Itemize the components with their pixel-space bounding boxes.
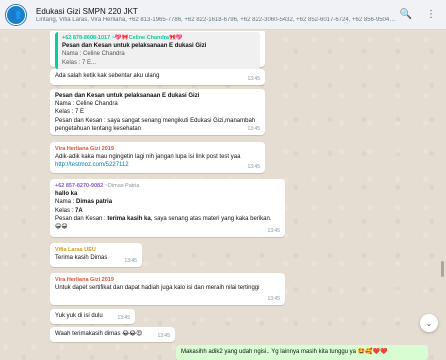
- msg-label: Pesan dan Kesan :: [55, 215, 108, 222]
- message-line: Kelas : 7 E: [55, 109, 85, 116]
- message-line: Kelas : 7A: [55, 207, 280, 215]
- message-text: Untuk dapet sertifikat dan dapat hadiah …: [55, 285, 260, 292]
- message-bubble[interactable]: Pesan dan Kesan untuk pelaksanaan E duka…: [50, 89, 265, 135]
- search-icon[interactable]: 🔍: [400, 9, 412, 20]
- message-text: Adik-adik kaka mau ngingetin lagi nih ja…: [55, 154, 241, 161]
- scroll-down-button[interactable]: ⌄: [420, 314, 438, 332]
- message-sender[interactable]: Vira Herliana Gizi 2019: [55, 276, 280, 284]
- message-bubble[interactable]: +62 878-8608-1017 ~💖🎀Celine Chandra🎀💖 Pe…: [50, 31, 265, 69]
- message-bubble[interactable]: Waah terimakasih dimas 😂😂😍 13:45: [50, 327, 175, 342]
- message-bubble[interactable]: Ada salah ketik kak sebentar aku ulang 1…: [50, 69, 265, 85]
- message-title: Pesan dan Kesan untuk pelaksanaan E duka…: [55, 93, 200, 99]
- quoted-message[interactable]: +62 878-8608-1017 ~💖🎀Celine Chandra🎀💖 Pe…: [55, 32, 260, 69]
- message-bubble[interactable]: Vira Herliana Gizi 2019 Untuk dapet sert…: [50, 273, 285, 305]
- msg-rest: , saya senang atas materi yang kaka beri…: [150, 215, 272, 222]
- message-line: pengetahuan tentang kesehatan: [55, 125, 142, 132]
- message-line: hallo ka: [55, 191, 78, 198]
- group-members: Lintang, Vifia Laras, Vira Herliana, +62…: [36, 16, 396, 23]
- chevron-down-icon: ⌄: [425, 318, 433, 328]
- message-text: Makasihh adik2 yang udah ngisi.. Yg lain…: [181, 349, 388, 355]
- name-label: Nama :: [55, 199, 77, 206]
- quoted-title: Pesan dan Kesan untuk pelaksanaan E duka…: [62, 43, 207, 50]
- post-test-link[interactable]: http://testmoz.com/5227112: [55, 161, 260, 169]
- message-line: Pesan dan Kesan : terima kasih ka, saya …: [55, 215, 280, 223]
- sender-name: ~Dimas Patria: [104, 183, 140, 189]
- message-sender[interactable]: +62 857-8270-9082 ~Dimas Patria: [55, 182, 280, 190]
- message-time: 13:45: [117, 314, 130, 321]
- quoted-line: Kelas : 7 E...: [62, 59, 97, 66]
- message-bubble[interactable]: Vira Herliana Gizi 2019 Adik-adik kaka m…: [50, 142, 265, 173]
- message-line: Nama : Dimas patria: [55, 198, 280, 206]
- message-time: 13:45: [124, 257, 137, 264]
- menu-icon[interactable]: ⋮: [426, 9, 436, 20]
- chat-header[interactable]: 👥 Edukasi Gizi SMPN 220 JKT Lintang, Vif…: [0, 0, 446, 30]
- message-bubble[interactable]: +62 857-8270-9082 ~Dimas Patria hallo ka…: [50, 179, 285, 237]
- msg-bold: terima kasih ka: [107, 215, 151, 222]
- message-bubble[interactable]: Yuk yuk di isi dulu 13:45: [50, 309, 135, 324]
- class-value: 7A: [75, 207, 83, 214]
- message-sender[interactable]: Vifia Laras UEU: [55, 246, 137, 254]
- name-value: Dimas patria: [76, 199, 113, 206]
- message-line: Nama : Celine Chandra: [55, 101, 118, 108]
- message-time: 13:45: [267, 227, 280, 234]
- sender-phone[interactable]: +62 857-8270-9082: [55, 183, 103, 189]
- message-emoji: 😁😁: [55, 224, 68, 231]
- quoted-author: +62 878-8608-1017 ~💖🎀Celine Chandra🎀💖: [62, 35, 183, 41]
- quoted-line: Nama : Celine Chandra: [62, 51, 125, 58]
- message-line: Pesan dan Kesan : saya sangat senang men…: [55, 117, 256, 124]
- class-label: Kelas :: [55, 207, 76, 214]
- group-title: Edukasi Gizi SMPN 220 JKT: [36, 6, 138, 16]
- message-text: Ada salah ketik kak sebentar aku ulang: [55, 73, 160, 79]
- chat-header-info[interactable]: Edukasi Gizi SMPN 220 JKT Lintang, Vifia…: [36, 7, 400, 23]
- message-time: 13:45: [157, 332, 170, 339]
- outgoing-message-bubble[interactable]: Makasihh adik2 yang udah ngisi.. Yg lain…: [176, 345, 428, 360]
- message-time: 13:45: [267, 295, 280, 302]
- message-time: 13:45: [247, 75, 260, 82]
- message-time: 13:45: [247, 163, 260, 170]
- message-list[interactable]: +62 878-8608-1017 ~💖🎀Celine Chandra🎀💖 Pe…: [0, 31, 446, 360]
- message-text: Waah terimakasih dimas 😂😂😍: [55, 331, 143, 337]
- group-avatar[interactable]: 👥: [6, 4, 26, 25]
- message-bubble[interactable]: Vifia Laras UEU Terima kasih Dimas 13:45: [50, 243, 142, 267]
- message-sender[interactable]: Vira Herliana Gizi 2019: [55, 145, 260, 153]
- chat-scrollbar[interactable]: [441, 261, 444, 277]
- message-time: 13:45: [247, 125, 260, 132]
